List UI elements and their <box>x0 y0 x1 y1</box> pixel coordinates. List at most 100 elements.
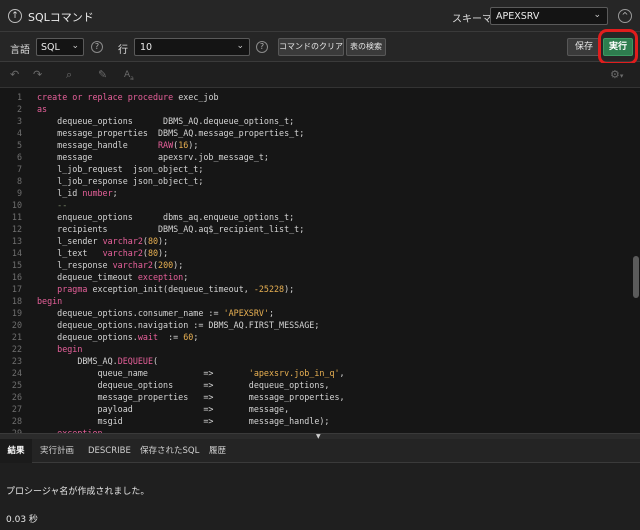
language-value: SQL <box>41 42 60 53</box>
code-line[interactable]: 27 payload => message, <box>0 403 640 415</box>
code-text: queue_name => 'apexsrv.job_in_q', <box>37 368 345 378</box>
code-text: message_properties DBMS_AQ.message_prope… <box>37 128 305 138</box>
code-text: begin <box>37 344 83 354</box>
code-line[interactable]: 3 dequeue_options DBMS_AQ.dequeue_option… <box>0 115 640 127</box>
code-line[interactable]: 22 begin <box>0 343 640 355</box>
code-text: l_id number; <box>37 188 118 198</box>
editor-scrollbar[interactable] <box>633 256 639 298</box>
search-icon[interactable]: ⌕ <box>66 69 72 81</box>
redo-icon[interactable]: ↷ <box>33 69 42 81</box>
code-text: payload => message, <box>37 404 290 414</box>
code-text: msgid => message_handle); <box>37 416 330 426</box>
code-line[interactable]: 18 begin <box>0 295 640 307</box>
code-line[interactable]: 16 dequeue_timeout exception; <box>0 271 640 283</box>
code-text: dequeue_timeout exception; <box>37 272 189 282</box>
code-line[interactable]: 26 message_properties => message_propert… <box>0 391 640 403</box>
code-line[interactable]: 23 DBMS_AQ.DEQUEUE( <box>0 355 640 367</box>
line-number: 28 <box>11 416 22 426</box>
chevron-down-icon: ⌄ <box>71 41 79 51</box>
line-number: 1 <box>16 92 22 102</box>
code-text: dequeue_options => dequeue_options, <box>37 380 330 390</box>
code-text: l_job_response json_object_t; <box>37 176 204 186</box>
code-line[interactable]: 21 dequeue_options.wait := 60; <box>0 331 640 343</box>
tab-explain[interactable]: 実行計画 <box>40 439 74 463</box>
find-tables-button[interactable]: 表の検索 <box>346 38 386 56</box>
code-line[interactable]: 25 dequeue_options => dequeue_options, <box>0 379 640 391</box>
collapse-caret-icon[interactable]: ^ <box>618 9 632 23</box>
chevron-down-icon: ⌄ <box>593 10 601 20</box>
line-number: 27 <box>11 404 22 414</box>
code-line[interactable]: 17 pragma exception_init(dequeue_timeout… <box>0 283 640 295</box>
text-case-icon[interactable]: Aa <box>124 69 134 85</box>
code-line[interactable]: 2 as <box>0 103 640 115</box>
schema-select[interactable]: APEXSRV ⌄ <box>490 7 608 25</box>
schema-value: APEXSRV <box>496 11 540 22</box>
language-select[interactable]: SQL ⌄ <box>36 38 84 56</box>
line-number: 15 <box>11 260 22 270</box>
code-line[interactable]: 1 create or replace procedure exec_job <box>0 91 640 103</box>
clear-command-button[interactable]: コマンドのクリア <box>278 38 344 56</box>
save-button[interactable]: 保存 <box>567 38 601 56</box>
tab-saved-sql[interactable]: 保存されたSQL <box>140 439 199 463</box>
code-line[interactable]: 11 enqueue_options dbms_aq.enqueue_optio… <box>0 211 640 223</box>
code-line[interactable]: 28 msgid => message_handle); <box>0 415 640 427</box>
page-title: SQLコマンド <box>28 11 94 24</box>
tab-describe[interactable]: DESCRIBE <box>88 439 131 463</box>
title-bar: ↑ SQLコマンド スキーマ APEXSRV ⌄ ^ <box>0 0 640 32</box>
wrench-icon[interactable]: ✎ <box>98 69 107 81</box>
code-line[interactable]: 8 l_job_response json_object_t; <box>0 175 640 187</box>
code-text: l_response varchar2(200); <box>37 260 184 270</box>
line-number: 5 <box>16 140 22 150</box>
code-line[interactable]: 10 -- <box>0 199 640 211</box>
code-line[interactable]: 9 l_id number; <box>0 187 640 199</box>
code-line[interactable]: 13 l_sender varchar2(80); <box>0 235 640 247</box>
result-message: プロシージャ名が作成されました。 <box>6 487 150 497</box>
rows-select[interactable]: 10 ⌄ <box>134 38 250 56</box>
line-number: 8 <box>16 176 22 186</box>
code-line[interactable]: 14 l_text varchar2(80); <box>0 247 640 259</box>
code-text: l_text varchar2(80); <box>37 248 169 258</box>
code-text: l_sender varchar2(80); <box>37 236 169 246</box>
help-icon[interactable]: ? <box>91 41 103 53</box>
result-pane: プロシージャ名が作成されました。 0.03 秒 <box>0 463 640 530</box>
chevron-down-icon: ⌄ <box>236 41 244 51</box>
code-text: enqueue_options dbms_aq.enqueue_options_… <box>37 212 295 222</box>
code-line[interactable]: 24 queue_name => 'apexsrv.job_in_q', <box>0 367 640 379</box>
code-text: recipients DBMS_AQ.aq$_recipient_list_t; <box>37 224 305 234</box>
options-row: 言語 SQL ⌄ ? 行 10 ⌄ ? コマンドのクリア 表の検索 保存 <box>0 32 640 62</box>
code-text: as <box>37 104 48 114</box>
code-text: message_handle RAW(16); <box>37 140 204 150</box>
line-number: 11 <box>11 212 22 222</box>
code-text: -- <box>37 200 68 210</box>
code-text: DBMS_AQ.DEQUEUE( <box>37 356 159 366</box>
code-line[interactable]: 7 l_job_request json_object_t; <box>0 163 640 175</box>
gear-icon[interactable]: ⚙▾ <box>610 69 623 82</box>
run-button[interactable]: 実行 <box>603 38 633 56</box>
line-number: 9 <box>16 188 22 198</box>
code-line[interactable]: 19 dequeue_options.consumer_name := 'APE… <box>0 307 640 319</box>
code-line[interactable]: 20 dequeue_options.navigation := DBMS_AQ… <box>0 319 640 331</box>
line-number: 20 <box>11 320 22 330</box>
code-text: dequeue_options.navigation := DBMS_AQ.FI… <box>37 320 320 330</box>
code-line[interactable]: 15 l_response varchar2(200); <box>0 259 640 271</box>
line-number: 22 <box>11 344 22 354</box>
code-line[interactable]: 6 message apexsrv.job_message_t; <box>0 151 640 163</box>
editor-toolbar: ↶ ↷ ⌕ ✎ Aa ⚙▾ <box>0 63 640 88</box>
line-number: 24 <box>11 368 22 378</box>
sql-editor[interactable]: 1 create or replace procedure exec_job 2 as… <box>0 88 640 433</box>
line-number: 6 <box>16 152 22 162</box>
line-number: 12 <box>11 224 22 234</box>
code-text: create or replace procedure exec_job <box>37 92 219 102</box>
line-number: 10 <box>11 200 22 210</box>
arrow-up-icon[interactable]: ↑ <box>8 9 22 23</box>
code-text: message_properties => message_properties… <box>37 392 345 402</box>
code-line[interactable]: 5 message_handle RAW(16); <box>0 139 640 151</box>
tab-history[interactable]: 履歴 <box>209 439 226 463</box>
tab-results[interactable]: 結果 <box>0 439 32 463</box>
help-icon[interactable]: ? <box>256 41 268 53</box>
code-line[interactable]: 12 recipients DBMS_AQ.aq$_recipient_list… <box>0 223 640 235</box>
undo-icon[interactable]: ↶ <box>10 69 19 81</box>
code-line[interactable]: 4 message_properties DBMS_AQ.message_pro… <box>0 127 640 139</box>
line-number: 23 <box>11 356 22 366</box>
code-text: dequeue_options DBMS_AQ.dequeue_options_… <box>37 116 295 126</box>
